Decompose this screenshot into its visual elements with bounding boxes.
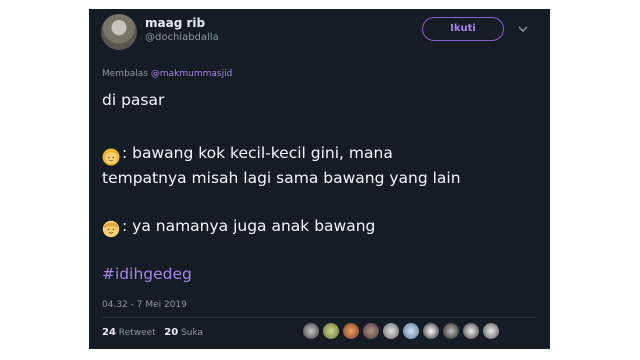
avatar[interactable]	[422, 322, 440, 340]
tweet-stats: 24 Retweet 20 Suka	[102, 327, 203, 338]
user-handle[interactable]: @dochiabdalla	[145, 32, 219, 43]
retweet-stat[interactable]: 24 Retweet	[102, 327, 156, 338]
reply-prefix: Membalas	[102, 69, 149, 79]
user-name[interactable]: maag rib	[145, 16, 205, 30]
person-blond-hair-icon	[102, 148, 120, 166]
reply-mention-link[interactable]: @makmummasjid	[151, 69, 232, 79]
avatar[interactable]	[402, 322, 420, 340]
avatar[interactable]	[462, 322, 480, 340]
tweet-card: maag rib @dochiabdalla Ikuti Membalas @m…	[89, 9, 550, 349]
older-man-icon	[102, 220, 120, 238]
chevron-down-icon[interactable]	[517, 24, 529, 34]
avatar[interactable]	[382, 322, 400, 340]
hashtag-link[interactable]: #idihgedeg	[102, 265, 192, 283]
tweet-line-2: : bawang kok kecil-kecil gini, mana	[122, 144, 393, 162]
follow-button[interactable]: Ikuti	[422, 17, 504, 41]
tweet-line-3: tempatnya misah lagi sama bawang yang la…	[102, 169, 461, 187]
tweet-line-1: di pasar	[102, 91, 165, 109]
tweet-timestamp[interactable]: 04.32 - 7 Mei 2019	[102, 300, 187, 310]
divider	[102, 317, 537, 318]
tweet-line-4: : ya namanya juga anak bawang	[122, 217, 376, 235]
reply-context: Membalas @makmummasjid	[102, 69, 232, 79]
avatar[interactable]	[101, 14, 137, 50]
avatar[interactable]	[302, 322, 320, 340]
like-stat[interactable]: 20 Suka	[164, 327, 203, 338]
avatar[interactable]	[362, 322, 380, 340]
avatar[interactable]	[322, 322, 340, 340]
avatar[interactable]	[442, 322, 460, 340]
avatar[interactable]	[342, 322, 360, 340]
avatar[interactable]	[482, 322, 500, 340]
